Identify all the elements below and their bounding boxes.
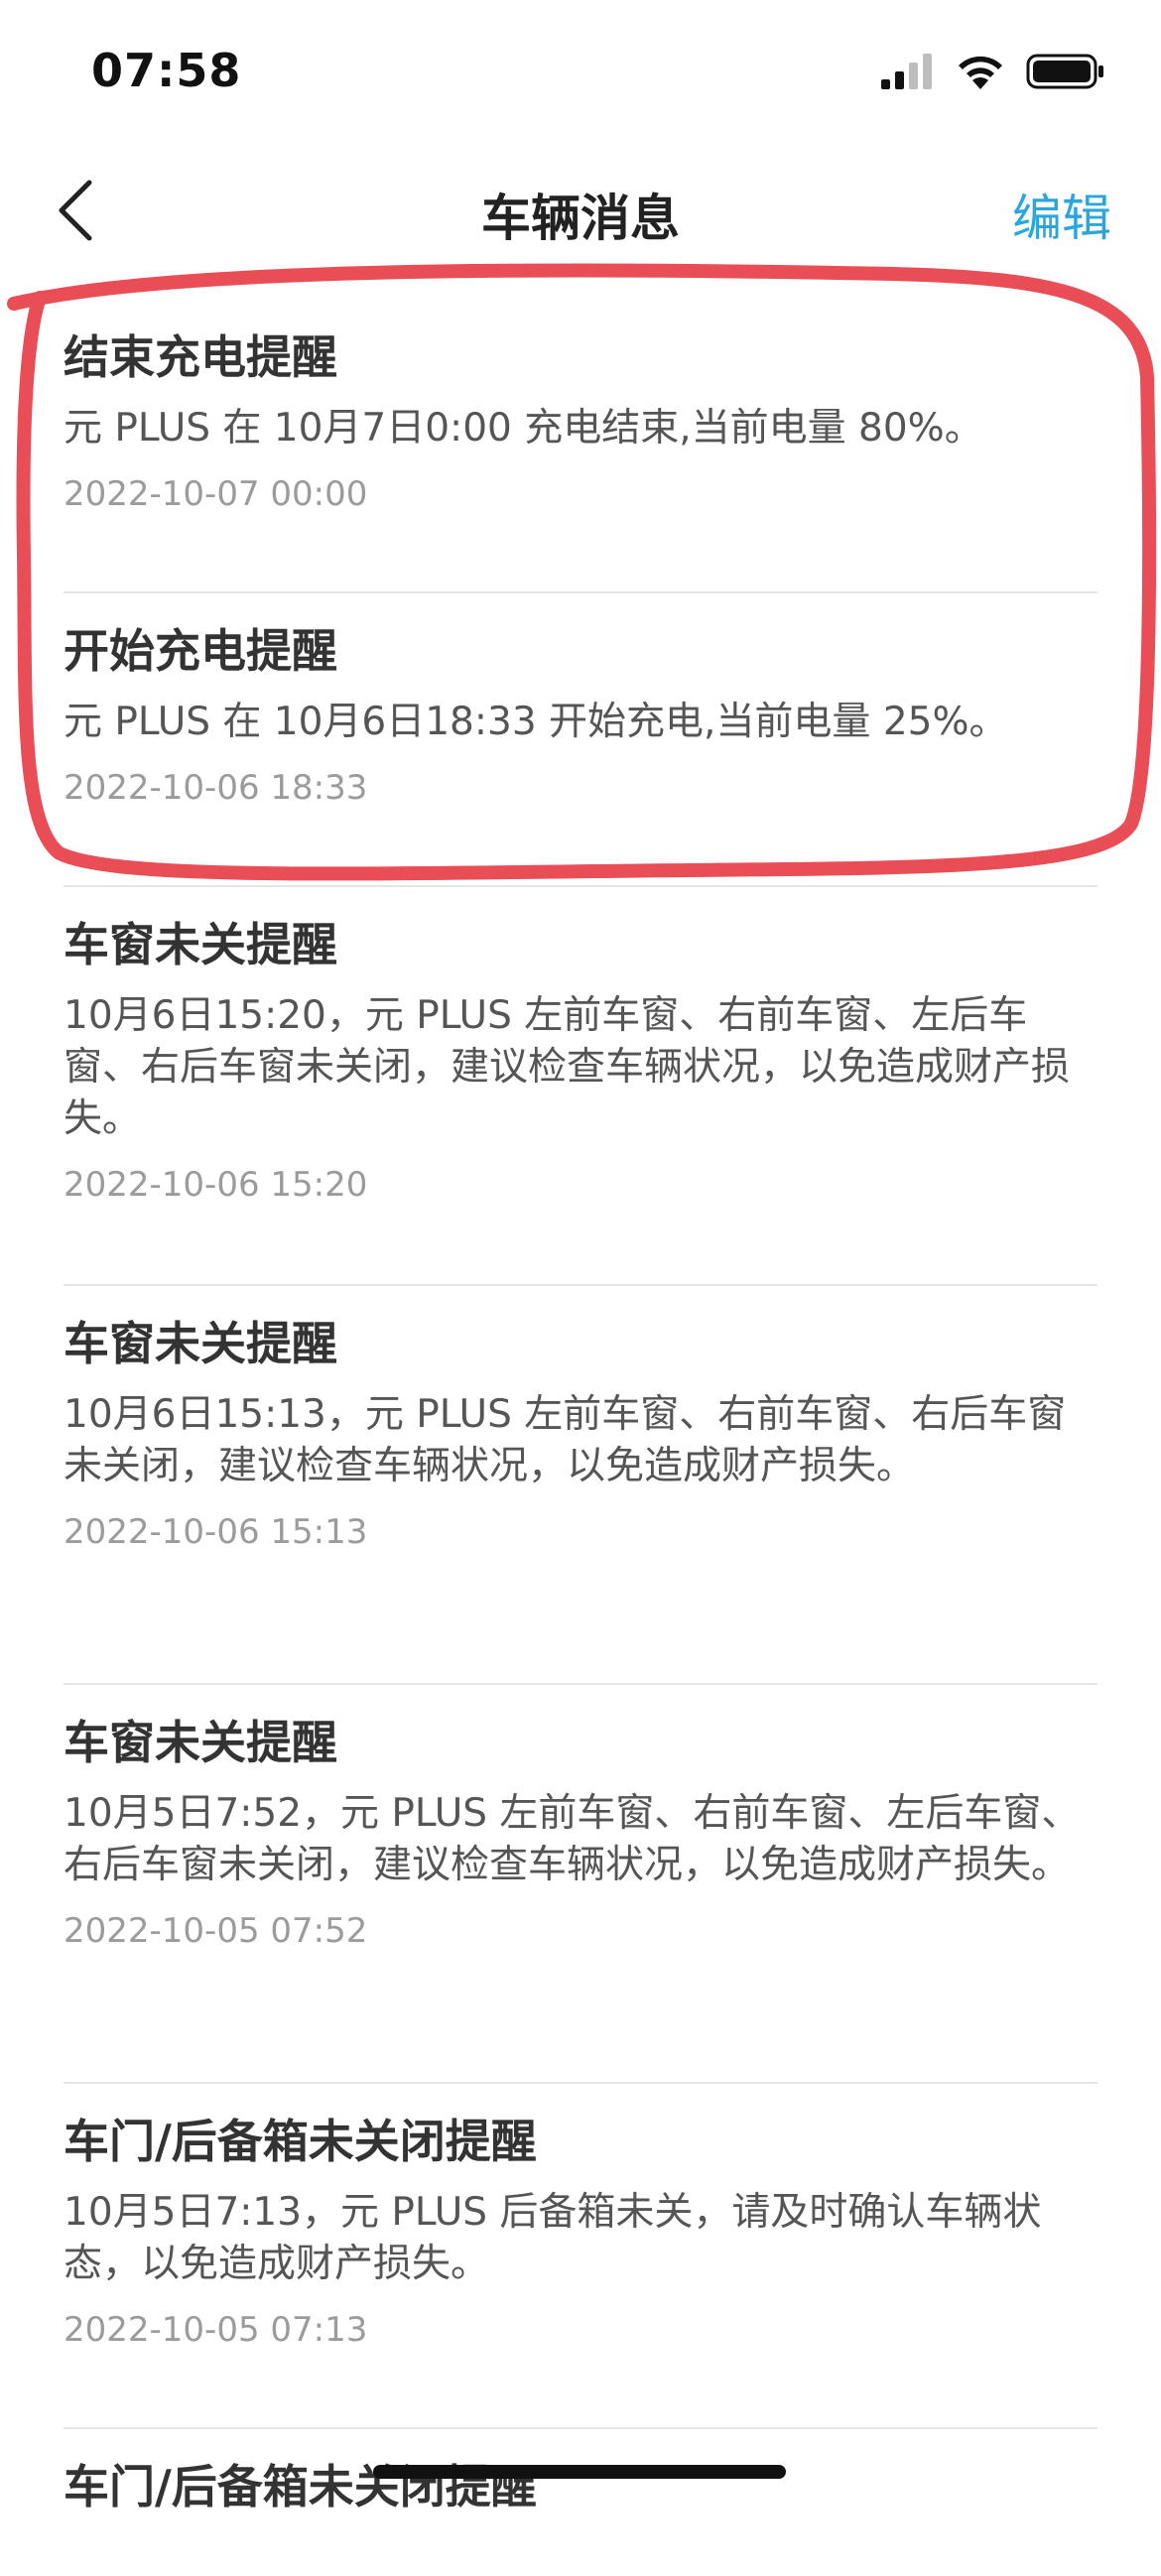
edit-button[interactable]: 编辑 (1012, 179, 1111, 250)
message-body: 元 PLUS 在 10月6日18:33 开始充电,当前电量 25%。 (64, 700, 1008, 744)
message-time: 2022-10-05 07:52 (64, 1911, 368, 1951)
message-title: 车门/后备箱未关闭提醒 (64, 2115, 537, 2168)
message-body: 元 PLUS 在 10月7日0:00 充电结束,当前电量 80%。 (64, 406, 983, 451)
message-item-window-open[interactable]: 车窗未关提醒 10月6日15:20，元 PLUS 左前车窗、右前车窗、左后车窗、… (64, 915, 1097, 1286)
status-time: 07:58 (91, 44, 242, 97)
message-body: 10月6日15:20，元 PLUS 左前车窗、右前车窗、左后车窗、右后车窗未关闭… (64, 993, 1071, 1141)
message-time: 2022-10-06 15:20 (64, 1165, 368, 1205)
message-title: 车窗未关提醒 (64, 918, 337, 971)
wifi-icon (955, 52, 1006, 95)
nav-bar: 车辆消息 编辑 (0, 149, 1161, 268)
message-title: 车窗未关提醒 (64, 1317, 337, 1370)
message-item-charge-start[interactable]: 开始充电提醒 元 PLUS 在 10月6日18:33 开始充电,当前电量 25%… (64, 621, 1097, 887)
message-title: 结束充电提醒 (64, 330, 337, 384)
message-title: 开始充电提醒 (64, 624, 337, 678)
message-body: 10月6日15:13，元 PLUS 左前车窗、右前车窗、右后车窗未关闭，建议检查… (64, 1392, 1067, 1488)
message-time: 2022-10-05 07:13 (64, 2310, 368, 2350)
status-bar: 07:58 (0, 0, 1161, 149)
message-body: 10月5日7:13，元 PLUS 后备箱未关，请及时确认车辆状态，以免造成财产损… (64, 2190, 1042, 2286)
page-title: 车辆消息 (481, 190, 680, 247)
home-indicator[interactable] (373, 2465, 786, 2479)
message-item-trunk-open[interactable]: 车门/后备箱未关闭提醒 10月5日7:13，元 PLUS 后备箱未关，请及时确认… (64, 2112, 1097, 2429)
message-time: 2022-10-07 00:00 (64, 474, 368, 514)
message-item-window-open[interactable]: 车窗未关提醒 10月5日7:52，元 PLUS 左前车窗、右前车窗、左后车窗、右… (64, 1713, 1097, 2084)
message-time: 2022-10-06 15:13 (64, 1512, 368, 1552)
message-body: 10月5日7:52，元 PLUS 左前车窗、右前车窗、左后车窗、右后车窗未关闭，… (64, 1791, 1081, 1887)
message-title: 车窗未关提醒 (64, 1716, 337, 1769)
battery-icon (1026, 52, 1105, 95)
status-icons (879, 52, 1105, 95)
message-item-window-open[interactable]: 车窗未关提醒 10月6日15:13，元 PLUS 左前车窗、右前车窗、右后车窗未… (64, 1314, 1097, 1685)
cellular-signal-icon (879, 52, 935, 95)
message-time: 2022-10-06 18:33 (64, 768, 368, 808)
message-item-charge-end[interactable]: 结束充电提醒 元 PLUS 在 10月7日0:00 充电结束,当前电量 80%。… (64, 327, 1097, 593)
